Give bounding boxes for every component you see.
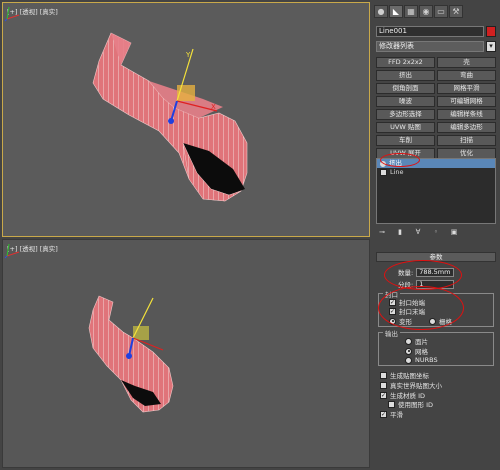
modifier-list-dropdown[interactable]: 修改器列表 <box>376 41 484 52</box>
lightbulb-icon[interactable] <box>380 160 386 167</box>
modifier-button[interactable]: 编辑样条线 <box>437 109 496 120</box>
create-icon[interactable]: ● <box>374 5 388 18</box>
viewport-perspective-top[interactable]: [+] [透视] [真实] Y X <box>2 2 370 237</box>
object-color-swatch[interactable] <box>486 26 496 37</box>
hierarchy-icon[interactable]: ▦ <box>404 5 418 18</box>
remove-modifier-icon[interactable]: ◦ <box>430 228 442 238</box>
use-shape-checkbox[interactable] <box>388 400 395 408</box>
morph-label: 变形 <box>399 318 412 326</box>
patch-radio[interactable] <box>405 337 412 345</box>
configure-sets-icon[interactable]: ▣ <box>448 228 460 238</box>
motion-icon[interactable]: ◉ <box>419 5 433 18</box>
modifier-button[interactable]: 挤出 <box>376 70 435 81</box>
expand-icon[interactable] <box>380 169 387 176</box>
gen-mat-checkbox[interactable]: ✓ <box>380 391 387 399</box>
extruded-shape-bottom[interactable] <box>3 240 370 468</box>
smooth-row[interactable]: ✓ 平滑 <box>380 409 403 419</box>
modifier-button[interactable]: 弯曲 <box>437 70 496 81</box>
panel-tabs: ● ◣ ▦ ◉ ▭ ⚒ <box>374 5 496 19</box>
stack-toolbar: ⊸ ▮ ∀ ◦ ▣ <box>376 228 496 238</box>
viewport-perspective-bottom[interactable]: [+] [透视] [真实] <box>2 239 370 468</box>
command-panel: ● ◣ ▦ ◉ ▭ ⚒ Line001 修改器列表 ▾ FFD 2x2x2 壳 … <box>372 2 498 468</box>
real-world-checkbox[interactable] <box>380 381 387 389</box>
modifier-button[interactable]: UVW 贴图 <box>376 122 435 133</box>
modifier-button[interactable]: 编辑多边形 <box>437 122 496 133</box>
output-group-title: 输出 <box>383 328 400 338</box>
segments-row: 分段: 1 <box>398 279 455 289</box>
modifier-button[interactable]: 倒角剖面 <box>376 83 435 94</box>
output-mesh-row[interactable]: 网格 <box>405 346 428 356</box>
amount-label: 数量: <box>398 269 414 277</box>
cap-end-label: 封口末端 <box>399 308 425 316</box>
real-world-row[interactable]: 真实世界贴图大小 <box>380 380 442 390</box>
modify-icon[interactable]: ◣ <box>389 5 403 18</box>
output-nurbs-row[interactable]: NURBS <box>405 356 438 364</box>
stack-item-extrude[interactable]: 挤出 <box>377 159 495 168</box>
output-group: 输出 面片 网格 NURBS <box>378 328 494 366</box>
segments-label: 分段: <box>398 281 414 289</box>
cap-end-checkbox[interactable]: ✓ <box>389 307 396 315</box>
nurbs-label: NURBS <box>415 356 438 364</box>
modifier-button[interactable]: 可编辑网格 <box>437 96 496 107</box>
modifier-button[interactable]: 扫描 <box>437 135 496 146</box>
cap-type-row: 变形 栅格 <box>389 316 452 326</box>
utilities-icon[interactable]: ⚒ <box>449 5 463 18</box>
modifier-button[interactable]: 网格平滑 <box>437 83 496 94</box>
nurbs-radio[interactable] <box>405 356 412 364</box>
extruded-shape-top[interactable]: Y X <box>3 3 370 237</box>
cap-start-checkbox[interactable]: ✓ <box>389 298 396 306</box>
gen-map-label: 生成贴图坐标 <box>390 372 429 380</box>
smooth-checkbox[interactable]: ✓ <box>380 410 387 418</box>
modifier-button[interactable]: 多边形选择 <box>376 109 435 120</box>
axis-tripod-icon <box>4 6 20 22</box>
chevron-down-icon[interactable]: ▾ <box>486 41 496 52</box>
mesh-label: 网格 <box>415 348 428 356</box>
output-patch-row[interactable]: 面片 <box>405 336 428 346</box>
pin-stack-icon[interactable]: ⊸ <box>376 228 388 238</box>
morph-radio[interactable] <box>389 317 396 325</box>
amount-row: 数量: 788.5mm <box>398 267 455 277</box>
modifier-buttons: FFD 2x2x2 壳 挤出 弯曲 倒角剖面 网格平滑 噪波 可编辑网格 多边形… <box>376 57 496 159</box>
svg-text:X: X <box>211 103 216 111</box>
cap-group: 封口 ✓ 封口始端 ✓ 封口末端 变形 栅格 <box>378 289 494 327</box>
cap-end-row[interactable]: ✓ 封口末端 <box>389 306 425 316</box>
use-shape-row[interactable]: 使用图形 ID <box>388 399 433 409</box>
show-end-result-icon[interactable]: ▮ <box>394 228 406 238</box>
make-unique-icon[interactable]: ∀ <box>412 228 424 238</box>
use-shape-label: 使用图形 ID <box>398 401 433 409</box>
stack-item-label: Line <box>390 168 404 176</box>
grid-label: 栅格 <box>439 318 452 326</box>
modifier-button[interactable]: FFD 2x2x2 <box>376 57 435 68</box>
object-name-field[interactable]: Line001 <box>376 26 484 37</box>
modifier-button[interactable]: 车削 <box>376 135 435 146</box>
gen-map-checkbox[interactable] <box>380 371 387 379</box>
segments-spinner[interactable]: 1 <box>416 279 455 289</box>
modifier-button[interactable]: 壳 <box>437 57 496 68</box>
display-icon[interactable]: ▭ <box>434 5 448 18</box>
modifier-button[interactable]: 噪波 <box>376 96 435 107</box>
smooth-label: 平滑 <box>390 411 403 419</box>
parameters-rollout-header[interactable]: 参数 <box>376 252 496 262</box>
modifier-stack[interactable]: 挤出 Line <box>376 158 496 224</box>
stack-item-line[interactable]: Line <box>377 168 495 177</box>
patch-label: 面片 <box>415 338 428 346</box>
mesh-radio[interactable] <box>405 347 412 355</box>
grid-radio[interactable] <box>429 317 436 325</box>
axis-tripod-icon <box>4 243 20 259</box>
amount-spinner[interactable]: 788.5mm <box>416 267 455 277</box>
svg-text:Y: Y <box>185 51 191 59</box>
real-world-label: 真实世界贴图大小 <box>390 382 442 390</box>
stack-item-label: 挤出 <box>389 159 402 167</box>
gen-map-row[interactable]: 生成贴图坐标 <box>380 370 429 380</box>
